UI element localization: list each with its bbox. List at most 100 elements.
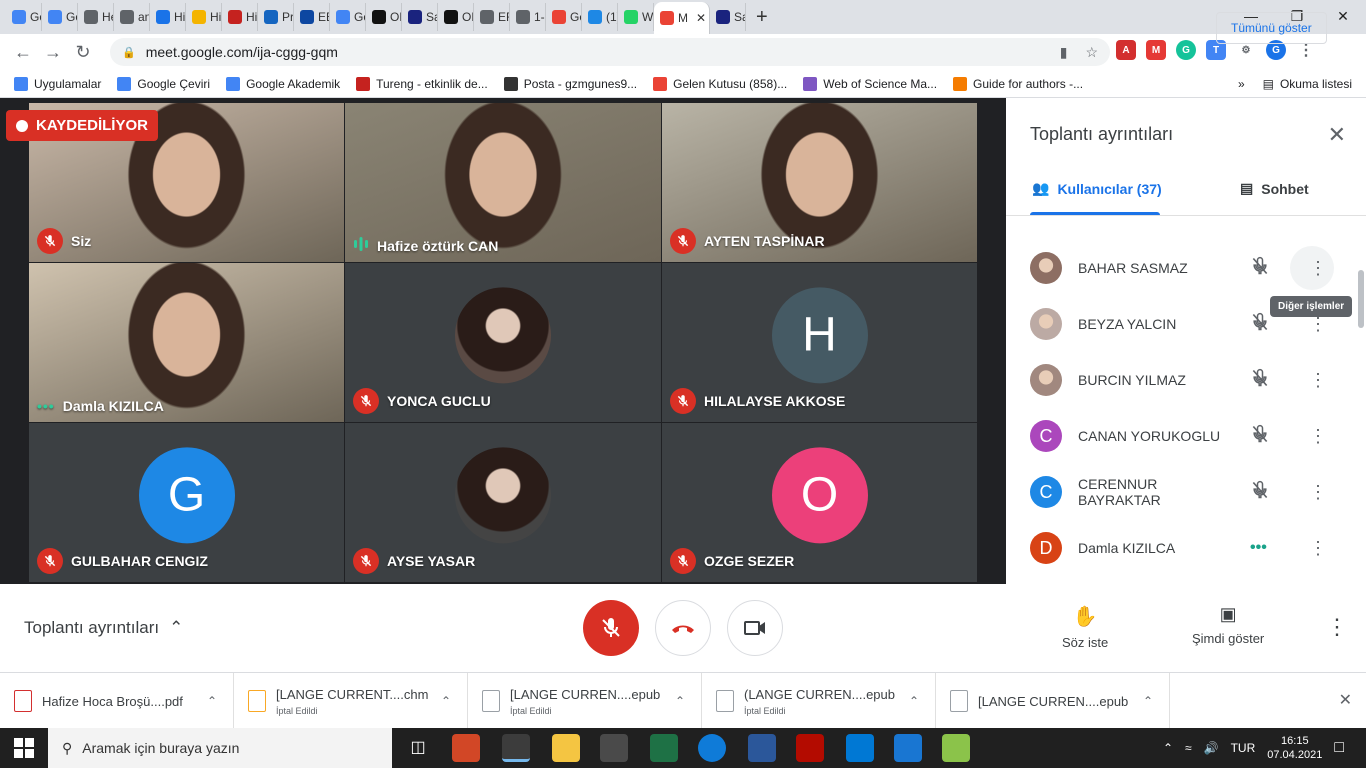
bookmark-item[interactable]: Uygulamalar [14,76,101,91]
bookmark-item[interactable]: Google Akademik [226,76,340,91]
download-item[interactable]: [LANGE CURRENT....chm İptal Edildi ⌃ [234,673,468,729]
bookmark-item[interactable]: Web of Science Ma... [803,76,937,91]
more-actions-icon[interactable]: ⋮ [1308,538,1328,559]
clock[interactable]: 16:15 07.04.2021 [1267,734,1322,762]
browser-tab[interactable]: Hiç [150,3,186,31]
close-window-button[interactable]: ✕ [1320,0,1366,32]
browser-tab[interactable]: He [78,3,114,31]
close-tab-icon[interactable]: ✕ [696,11,706,25]
new-tab-button[interactable]: + [756,6,768,29]
grammarly-extension-icon[interactable]: G [1176,40,1196,60]
volume-icon[interactable]: 🔊 [1204,741,1219,755]
mendeley-extension-icon[interactable]: M [1146,40,1166,60]
bookmark-star-icon[interactable]: ☆ [1085,44,1098,61]
close-icon[interactable]: ✕ [1328,122,1346,148]
browser-tab[interactable]: Wh [618,3,654,31]
word-icon[interactable] [748,734,776,762]
browser-tab[interactable]: 1-2 [510,3,546,31]
present-now-button[interactable]: ▣ Şimdi göster [1192,604,1264,646]
participant-row-partial[interactable]: ⋮ [1030,216,1350,228]
meeting-details-toggle[interactable]: Toplantı ayrıntıları ⌃ [24,618,183,638]
photos-icon[interactable] [894,734,922,762]
powerpoint-icon[interactable] [452,734,480,762]
participant-row[interactable]: D Damla KIZILCA ••• ⋮ [1030,520,1350,576]
reload-icon[interactable]: ↻ [68,42,98,63]
browser-tab[interactable]: Pre [258,3,294,31]
browser-tab[interactable]: Hiç [186,3,222,31]
download-item[interactable]: [LANGE CURREN....epub İptal Edildi ⌃ [468,673,702,729]
panel-scrollbar[interactable] [1358,270,1364,328]
participant-row[interactable]: C CERENNUR BAYRAKTAR ⋮ [1030,464,1350,520]
close-downloads-icon[interactable]: ✕ [1339,690,1352,710]
participant-tile[interactable]: G GULBAHAR CENGIZ [29,423,344,582]
browser-tab[interactable]: EBE [294,3,330,31]
participant-tile[interactable]: ••• Damla KIZILCA [29,263,344,422]
chevron-up-icon[interactable]: ⌃ [207,694,217,708]
tab-chat[interactable]: ▤ Sohbet [1240,180,1309,197]
paint-icon[interactable] [942,734,970,762]
store-icon[interactable] [600,734,628,762]
chevron-up-icon[interactable]: ⌃ [675,694,685,708]
wifi-icon[interactable]: ≈ [1185,741,1192,755]
chevron-up-tray-icon[interactable]: ⌃ [1163,741,1173,755]
download-item[interactable]: Hafize Hoca Broşü....pdf ⌃ [0,673,234,729]
bookmark-item[interactable]: Google Çeviri [117,76,210,91]
windows-start-icon[interactable] [14,738,34,758]
show-all-button[interactable]: Tümünü göster [1216,12,1327,44]
browser-tab[interactable]: Sağ [402,3,438,31]
browser-tab[interactable]: OB [438,3,474,31]
raise-hand-button[interactable]: ✋ Söz iste [1062,604,1108,650]
browser-tab[interactable]: Go [6,3,42,31]
download-item[interactable]: [LANGE CURREN....epub ⌃ [936,673,1170,729]
edge-icon[interactable] [698,734,726,762]
browser-tab[interactable]: Hiç [222,3,258,31]
participant-tile[interactable]: O OZGE SEZER [662,423,977,582]
participant-tile[interactable]: YONCA GUCLU [345,263,661,422]
notifications-icon[interactable]: □ [1334,739,1344,757]
chevron-up-icon[interactable]: ⌃ [909,694,919,708]
forward-icon[interactable]: → [38,42,68,63]
more-actions-icon[interactable]: ⋮ [1308,482,1328,503]
participant-row[interactable]: C CANAN YORUKOGLU ⋮ [1030,408,1350,464]
browser-tab[interactable]: Sağ [710,3,746,31]
bookmark-item[interactable]: Gelen Kutusu (858)... [653,76,787,91]
participant-row[interactable]: BAHAR SASMAZ ⋮ [1030,240,1350,296]
browser-tab[interactable]: ana [114,3,150,31]
bookmark-item[interactable]: Tureng - etkinlik de... [356,76,488,91]
participant-tile[interactable]: H HILALAYSE AKKOSE [662,263,977,422]
pdf-extension-icon[interactable]: A [1116,40,1136,60]
participant-tile[interactable]: AYSE YASAR [345,423,661,582]
browser-tab[interactable]: ER [474,3,510,31]
url-bar[interactable]: 🔒 meet.google.com/ija-cggg-gqm ▮ ☆ [110,38,1110,66]
task-view-icon[interactable]: ◫ [404,734,432,762]
browser-tab[interactable]: Go [42,3,78,31]
camera-icon[interactable]: ▮ [1060,44,1068,61]
chevron-right-icon[interactable]: » [1238,77,1245,91]
download-item[interactable]: (LANGE CURREN....epub İptal Edildi ⌃ [702,673,936,729]
browser-tab[interactable]: Go [330,3,366,31]
taskbar-search[interactable]: ⚲ Aramak için buraya yazın [48,728,392,768]
excel-icon[interactable] [650,734,678,762]
back-icon[interactable]: ← [8,42,38,63]
more-actions-icon[interactable]: ⋮ [1308,258,1328,279]
mail-icon[interactable] [846,734,874,762]
browser-tab[interactable]: (1) [582,3,618,31]
language-indicator[interactable]: TUR [1231,741,1256,755]
chrome-icon[interactable] [502,734,530,762]
participant-tile[interactable]: Hafize öztürk CAN [345,103,661,262]
more-actions-icon[interactable]: ⋮ [1308,426,1328,447]
acrobat-icon[interactable] [796,734,824,762]
participant-tile[interactable]: AYTEN TASPİNAR [662,103,977,262]
browser-tab[interactable]: OB [366,3,402,31]
camera-toggle-button[interactable] [727,600,783,656]
participant-row[interactable]: BURCIN YILMAZ ⋮ [1030,352,1350,408]
file-explorer-icon[interactable] [552,734,580,762]
chevron-up-icon[interactable]: ⌃ [1143,694,1153,708]
tab-people[interactable]: 👥 Kullanıcılar (37) [1032,180,1162,197]
browser-tab[interactable]: M ✕ [654,2,710,34]
more-options-icon[interactable]: ⋮ [1326,614,1348,640]
bookmark-item[interactable]: Guide for authors -... [953,76,1083,91]
reading-list[interactable]: ▤ Okuma listesi [1263,77,1352,91]
bookmark-item[interactable]: Posta - gzmgunes9... [503,76,637,91]
more-actions-icon[interactable]: ⋮ [1308,370,1328,391]
